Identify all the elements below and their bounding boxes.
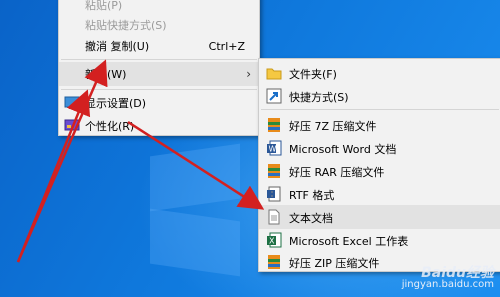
submenu-item-label: Microsoft Excel 工作表 [289,235,409,248]
submenu-item-label: 文件夹(F) [289,68,337,81]
submenu-item-word[interactable]: W Microsoft Word 文档 [259,136,500,160]
shortcut-icon [266,88,282,104]
submenu-item-shortcut[interactable]: 快捷方式(S) [259,84,500,108]
desktop-context-menu: 粘贴(P) 粘贴快捷方式(S) 撤消 复制(U) Ctrl+Z 新建(W) › … [58,0,260,136]
menu-separator [61,89,257,90]
submenu-item-label: 好压 ZIP 压缩文件 [289,257,380,270]
svg-text:X: X [269,237,275,246]
menu-item-personalize[interactable]: 个性化(R) [59,114,259,138]
submenu-item-7z[interactable]: 好压 7Z 压缩文件 [259,113,500,137]
submenu-item-excel[interactable]: X Microsoft Excel 工作表 [259,228,500,252]
menu-item-label: 显示设置(D) [85,97,147,110]
baidu-watermark: Baidu经验 jingyan.baidu.com [402,265,494,291]
submenu-item-text-document[interactable]: 文本文档 [259,205,500,229]
shortcut-text: Ctrl+Z [208,39,245,53]
display-settings-icon [64,96,80,112]
submenu-item-label: Microsoft Word 文档 [289,143,397,156]
rtf-doc-icon [266,186,282,202]
word-doc-icon: W [266,140,282,156]
menu-item-label: 个性化(R) [85,120,135,133]
submenu-item-folder[interactable]: 文件夹(F) [259,61,500,85]
submenu-item-label: 好压 7Z 压缩文件 [289,120,377,133]
haozip-archive-icon [266,163,282,179]
menu-item-undo-copy[interactable]: 撤消 复制(U) Ctrl+Z [59,34,259,58]
submenu-item-label: RTF 格式 [289,189,335,202]
menu-item-label: 粘贴快捷方式(S) [85,19,167,32]
submenu-arrow-icon: › [246,67,251,81]
menu-separator [61,59,257,60]
new-submenu: 文件夹(F) 快捷方式(S) 好压 7Z 压缩文件 W Microsoft Wo… [258,58,500,272]
submenu-item-label: 快捷方式(S) [289,91,349,104]
excel-sheet-icon: X [266,232,282,248]
menu-item-label: 撤消 复制(U) [85,40,150,53]
submenu-item-rar[interactable]: 好压 RAR 压缩文件 [259,159,500,183]
folder-icon [266,65,282,81]
haozip-archive-icon [266,117,282,133]
submenu-item-label: 文本文档 [289,212,333,225]
menu-item-label: 粘贴(P) [85,0,123,12]
menu-item-display-settings[interactable]: 显示设置(D) [59,91,259,115]
submenu-item-rtf[interactable]: RTF 格式 [259,182,500,206]
text-doc-icon [266,209,282,225]
watermark-logo: Baidu经验 [421,265,494,281]
menu-item-label: 新建(W) [85,68,127,81]
haozip-archive-icon [266,254,282,270]
personalize-icon [64,119,80,135]
submenu-item-label: 好压 RAR 压缩文件 [289,166,385,179]
menu-separator [261,109,499,110]
svg-text:W: W [269,145,277,154]
menu-item-new[interactable]: 新建(W) › [59,62,259,86]
